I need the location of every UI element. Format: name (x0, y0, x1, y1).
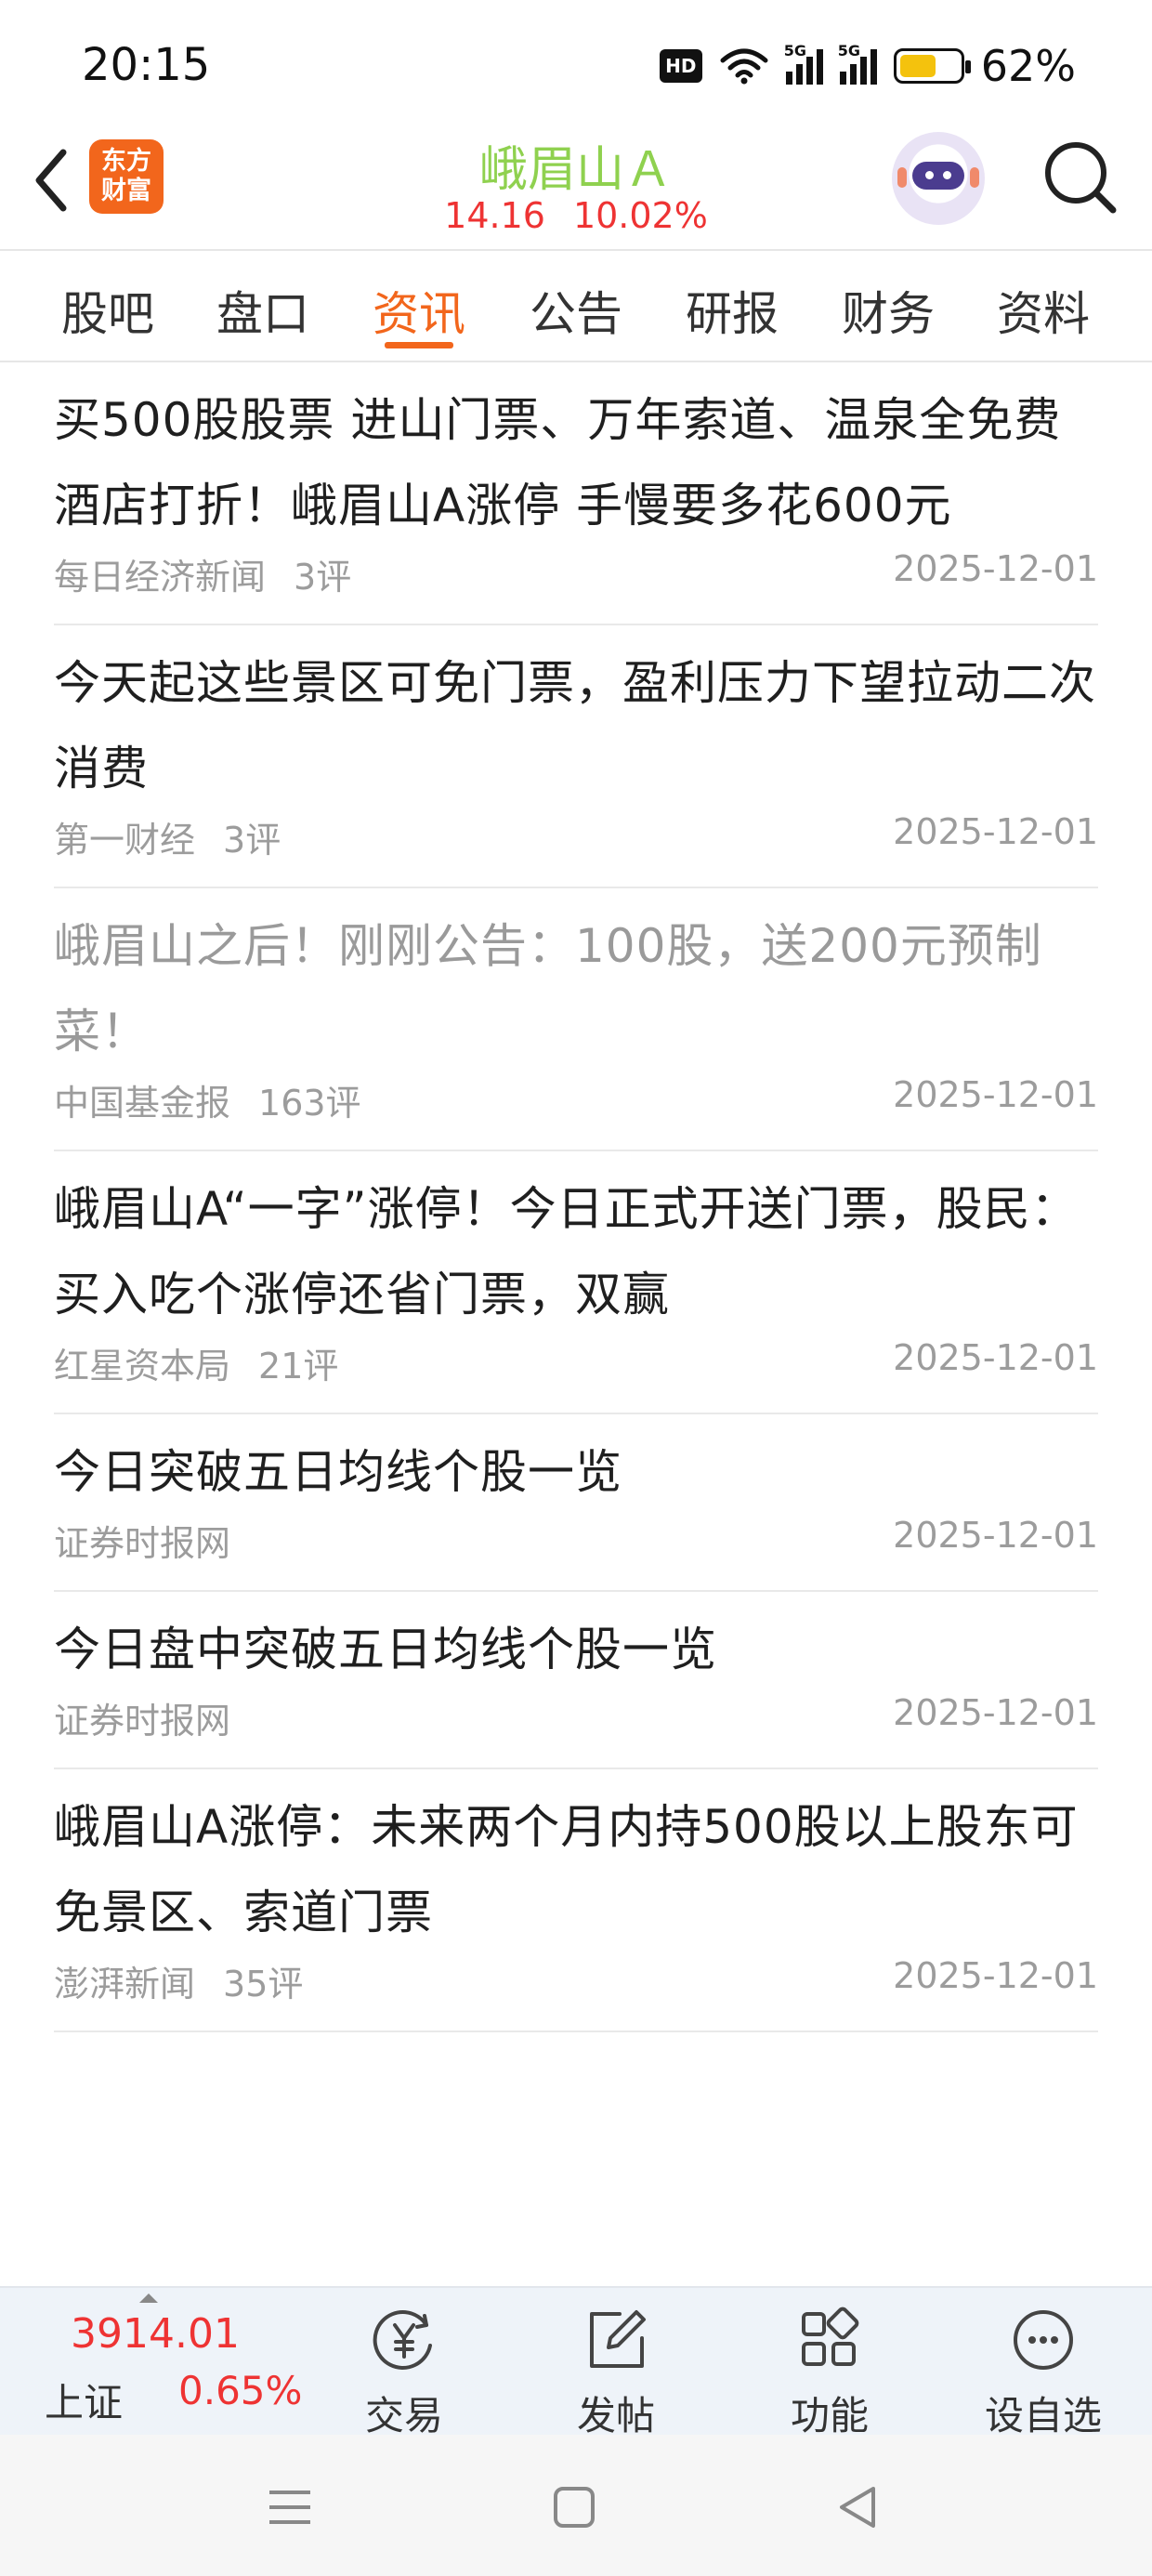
yen-circle-icon (373, 2310, 432, 2370)
index-value: 3914.01 (71, 2310, 240, 2358)
active-tab-indicator (385, 342, 453, 348)
index-change: 0.65% (178, 2368, 303, 2413)
news-date: 2025-12-01 (893, 548, 1098, 589)
news-comment-count: 3评 (294, 557, 352, 598)
news-title: 今日突破五日均线个股一览 (54, 1445, 622, 1499)
bottom-toolbar: 3914.01 上证 0.65% 交易 发帖 功能 设自选 (0, 2286, 1152, 2438)
news-meta: 澎湃新闻 35评 2025-12-01 (54, 1955, 1098, 2006)
news-comment-count: 3评 (223, 820, 281, 861)
news-title: 今天起这些景区可免门票，盈利压力下望拉动二次消费 (54, 656, 1096, 795)
trade-button[interactable]: 交易 (334, 2305, 474, 2441)
news-date: 2025-12-01 (893, 1337, 1098, 1378)
tab-finance[interactable]: 财务 (823, 277, 953, 344)
stock-header: 东方 财富 峨眉山Ａ 14.16 10.02% (0, 130, 1152, 249)
functions-label: 功能 (790, 2393, 869, 2438)
tab-announcements[interactable]: 公告 (511, 277, 641, 344)
network-type-label: 5G (783, 42, 807, 59)
search-icon[interactable] (1039, 136, 1122, 219)
news-date: 2025-12-01 (893, 1955, 1098, 1996)
menu-icon[interactable] (253, 2470, 327, 2544)
news-date: 2025-12-01 (893, 811, 1098, 852)
news-meta: 红星资本局 21评 2025-12-01 (54, 1337, 1098, 1388)
news-item[interactable]: 今天起这些景区可免门票，盈利压力下望拉动二次消费 第一财经 3评 2025-12-… (54, 625, 1098, 888)
tab-pankou[interactable]: 盘口 (198, 277, 328, 344)
stock-quote: 14.16 10.02% (0, 195, 1152, 236)
news-source: 中国基金报 (54, 1083, 231, 1124)
add-watchlist-button[interactable]: 设自选 (974, 2305, 1113, 2441)
news-source: 红星资本局 (54, 1346, 231, 1387)
news-comment-count: 163评 (258, 1083, 361, 1124)
post-button[interactable]: 发帖 (546, 2305, 686, 2441)
home-icon[interactable] (537, 2470, 611, 2544)
tab-guba[interactable]: 股吧 (43, 277, 173, 344)
back-icon[interactable] (821, 2470, 896, 2544)
news-meta: 证券时报网 2025-12-01 (54, 1692, 1098, 1743)
system-navigation-bar (0, 2435, 1152, 2576)
add-watchlist-label: 设自选 (984, 2393, 1102, 2438)
tab-news[interactable]: 资讯 (354, 277, 484, 344)
hd-voice-icon: HD (659, 49, 702, 83)
news-item[interactable]: 今日盘中突破五日均线个股一览 证券时报网 2025-12-01 (54, 1592, 1098, 1769)
news-comment-count: 21评 (258, 1346, 339, 1387)
news-item[interactable]: 峨眉山A涨停：未来两个月内持500股以上股东可免景区、索道门票 澎湃新闻 35评 … (54, 1769, 1098, 2032)
news-item-read[interactable]: 峨眉山之后！刚刚公告：100股，送200元预制菜！ 中国基金报 163评 2025… (54, 888, 1098, 1151)
news-title: 买500股股票 进山门票、万年索道、温泉全免费 酒店打折！峨眉山A涨停 手慢要多… (54, 393, 1062, 532)
news-meta: 证券时报网 2025-12-01 (54, 1515, 1098, 1566)
news-meta: 中国基金报 163评 2025-12-01 (54, 1074, 1098, 1125)
news-source: 证券时报网 (54, 1701, 231, 1741)
news-item[interactable]: 今日突破五日均线个股一览 证券时报网 2025-12-01 (54, 1414, 1098, 1592)
news-meta: 每日经济新闻 3评 2025-12-01 (54, 548, 1098, 599)
ai-assistant-avatar[interactable] (892, 132, 985, 225)
more-circle-icon (1014, 2310, 1073, 2370)
edit-icon (590, 2310, 646, 2368)
stock-change-percent: 10.02% (572, 195, 708, 236)
news-list: 买500股股票 进山门票、万年索道、温泉全免费 酒店打折！峨眉山A涨停 手慢要多… (54, 362, 1098, 2032)
battery-percent: 62% (980, 41, 1076, 91)
news-source: 第一财经 (54, 820, 196, 861)
status-time: 20:15 (82, 39, 211, 91)
news-title: 峨眉山之后！刚刚公告：100股，送200元预制菜！ (54, 919, 1042, 1058)
status-bar: 20:15 HD 5G 5G 62% (0, 0, 1152, 130)
cellular-signal-icon: 5G (784, 42, 823, 85)
tab-profile[interactable]: 资料 (978, 277, 1108, 344)
wifi-icon (720, 48, 768, 85)
news-meta: 第一财经 3评 2025-12-01 (54, 811, 1098, 862)
post-label: 发帖 (576, 2393, 655, 2438)
cellular-signal-icon-2: 5G (838, 42, 877, 85)
news-date: 2025-12-01 (893, 1515, 1098, 1556)
network-type-label-2: 5G (837, 42, 861, 59)
status-icons: HD 5G 5G 62% (659, 41, 1076, 91)
news-source: 澎湃新闻 (54, 1964, 196, 2004)
news-source: 每日经济新闻 (54, 557, 267, 598)
tab-bar: 股吧 盘口 资讯 公告 研报 财务 资料 (0, 251, 1152, 361)
battery-icon (893, 48, 971, 84)
functions-button[interactable]: 功能 (760, 2305, 899, 2441)
news-item[interactable]: 买500股股票 进山门票、万年索道、温泉全免费 酒店打折！峨眉山A涨停 手慢要多… (54, 362, 1098, 625)
news-title: 峨眉山A涨停：未来两个月内持500股以上股东可免景区、索道门票 (54, 1800, 1079, 1939)
expand-arrow-icon (139, 2293, 158, 2303)
grid-icon (802, 2307, 859, 2366)
news-item[interactable]: 峨眉山A“一字”涨停！今日正式开送门票，股民：买入吃个涨停还省门票，双赢 红星资… (54, 1151, 1098, 1414)
index-name: 上证 (45, 2380, 124, 2425)
tab-research[interactable]: 研报 (667, 277, 797, 344)
news-date: 2025-12-01 (893, 1074, 1098, 1115)
news-title: 今日盘中突破五日均线个股一览 (54, 1623, 717, 1676)
news-date: 2025-12-01 (893, 1692, 1098, 1733)
trade-label: 交易 (364, 2393, 443, 2438)
stock-price: 14.16 (444, 195, 545, 236)
news-source: 证券时报网 (54, 1523, 231, 1564)
news-title: 峨眉山A“一字”涨停！今日正式开送门票，股民：买入吃个涨停还省门票，双赢 (54, 1182, 1079, 1321)
news-comment-count: 35评 (223, 1964, 304, 2004)
